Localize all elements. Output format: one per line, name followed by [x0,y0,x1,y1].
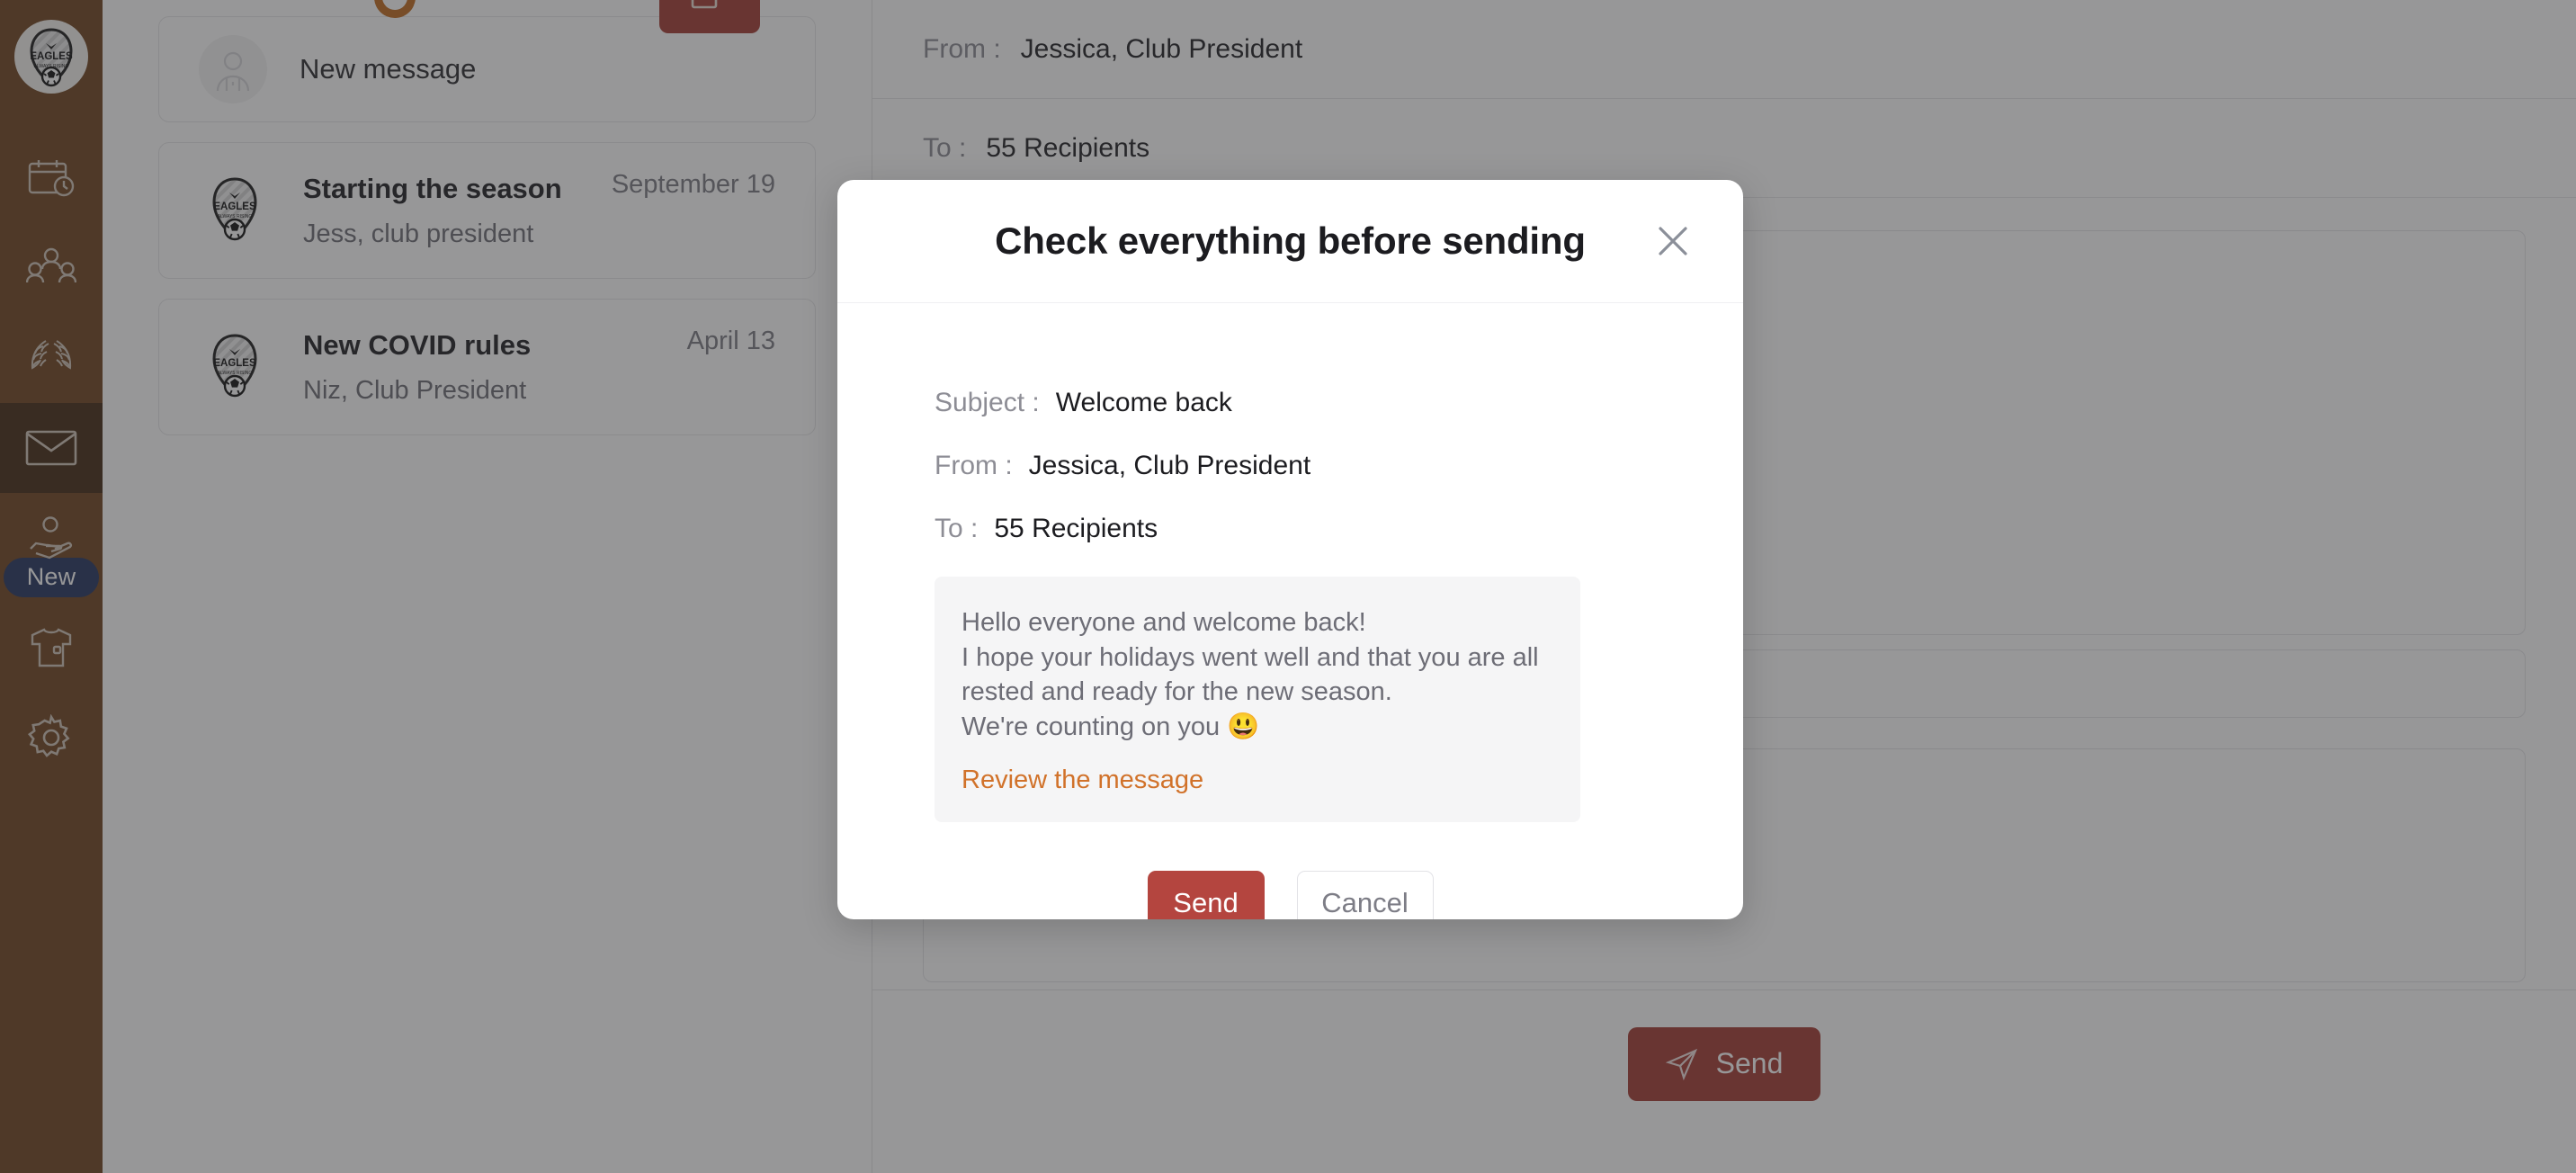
preview-line-3: rested and ready for the new season. [962,677,1392,707]
dialog-close-button[interactable] [1650,218,1696,264]
dialog-to-row: To : 55 Recipients [935,514,1646,544]
dialog-cancel-button[interactable]: Cancel [1296,871,1434,919]
dialog-message-preview: Hello everyone and welcome back! I hope … [935,577,1580,823]
dialog-from-label: From : [935,451,1013,480]
dialog-to-value: 55 Recipients [994,514,1158,543]
dialog-subject-label: Subject : [935,388,1040,417]
preview-line-4: We're counting on you 😃 [962,712,1260,741]
dialog-from-value: Jessica, Club President [1028,451,1311,480]
dialog-subject-row: Subject : Welcome back [935,388,1646,418]
dialog-subject-value: Welcome back [1055,388,1232,417]
dialog-title: Check everything before sending [995,219,1586,262]
dialog-from-row: From : Jessica, Club President [935,451,1646,481]
dialog-actions: Send Cancel [935,822,1646,919]
review-message-link[interactable]: Review the message [962,766,1203,795]
screen-root: EAGLES ALWAYS RISING [0,0,2576,1173]
dialog-header: Check everything before sending [837,180,1743,303]
dialog-send-button[interactable]: Send [1147,871,1265,919]
dialog-to-label: To : [935,514,979,543]
dialog-body: Subject : Welcome back From : Jessica, C… [837,303,1743,919]
preview-line-2: I hope your holidays went well and that … [962,642,1539,672]
close-x-icon [1659,227,1687,255]
confirm-send-dialog: Check everything before sending Subject … [837,180,1743,919]
preview-line-1: Hello everyone and welcome back! [962,608,1366,637]
